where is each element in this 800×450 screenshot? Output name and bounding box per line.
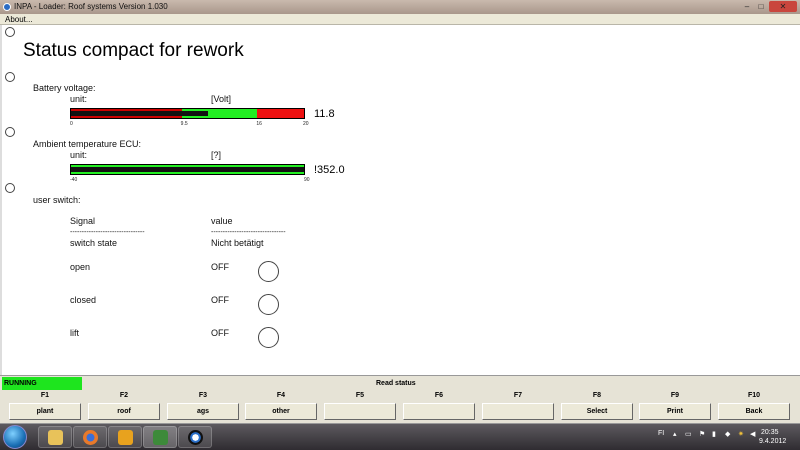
- menu-bar: About...: [0, 14, 800, 25]
- fkey-button-f2[interactable]: roof: [88, 403, 160, 420]
- battery-unit-label: unit:: [70, 94, 88, 104]
- fkey-label-f8: F8: [592, 392, 602, 399]
- value-lift: OFF: [211, 328, 229, 338]
- ambient-unit: [?]: [211, 150, 222, 160]
- ambient-value: !352.0: [314, 164, 345, 176]
- taskbar-explorer[interactable]: [38, 426, 72, 448]
- battery-value: 11.8: [314, 108, 335, 120]
- close-icon[interactable]: ✕: [769, 1, 797, 12]
- user-switch-label: user switch:: [33, 195, 81, 205]
- value-closed: OFF: [211, 295, 229, 305]
- ambient-temperature-gauge: [70, 164, 305, 175]
- inpa-app-icon: [3, 3, 11, 11]
- taskbar-firefox[interactable]: [73, 426, 107, 448]
- signal-switch-state: switch state: [70, 238, 118, 248]
- fkey-label-f2: F2: [119, 392, 129, 399]
- fkey-button-f3[interactable]: ags: [167, 403, 239, 420]
- section-radio-title[interactable]: [5, 27, 15, 37]
- fkey-label-f5: F5: [355, 392, 365, 399]
- bmw-icon: [188, 430, 203, 445]
- display-icon[interactable]: ▭: [685, 430, 692, 438]
- flag-icon[interactable]: ⚑: [699, 430, 705, 438]
- taskbar-bmw[interactable]: [178, 426, 212, 448]
- fkey-button-f8[interactable]: Select: [561, 403, 633, 420]
- fkey-button-f10[interactable]: Back: [718, 403, 790, 420]
- window-title-bar: INPA - Loader: Roof systems Version 1.03…: [0, 0, 800, 14]
- battery-tick-label: 9.5: [180, 121, 188, 127]
- taskbar-outlook[interactable]: [108, 426, 142, 448]
- ambient-gauge-fill: [71, 167, 304, 172]
- minimize-icon[interactable]: –: [741, 1, 753, 12]
- value-open: OFF: [211, 262, 229, 272]
- windows-taskbar: FI ▴ ▭ ⚑ ▮ ◆ ✷ ◀ 20:35 9.4.2012: [0, 424, 800, 450]
- menu-item-about[interactable]: About...: [5, 14, 33, 25]
- maximize-icon[interactable]: □: [755, 1, 767, 12]
- fkey-label-f3: F3: [198, 392, 208, 399]
- battery-label: Battery voltage:: [33, 83, 96, 93]
- status-message: Read status: [376, 380, 416, 387]
- fkey-label-f6: F6: [434, 392, 444, 399]
- fkey-button-f7[interactable]: [482, 403, 554, 420]
- fkey-button-f5[interactable]: [324, 403, 396, 420]
- system-tray: FI ▴ ▭ ⚑ ▮ ◆ ✷ ◀ 20:35 9.4.2012: [655, 424, 800, 450]
- function-key-bar: F1 plant F2 roof F3 ags F4 other F5 F6 F7 F8 Select F…: [0, 390, 800, 424]
- ambient-tick-max: 90: [304, 177, 310, 183]
- volume-icon[interactable]: ◀: [750, 430, 755, 438]
- window-title: INPA - Loader: Roof systems Version 1.03…: [14, 2, 168, 11]
- ambient-tick-min: -40: [70, 177, 78, 183]
- status-bar: RUNNING Read status: [0, 375, 800, 390]
- battery-voltage-gauge: [70, 108, 305, 119]
- folder-icon: [48, 430, 63, 445]
- value-switch-state: Nicht betätigt: [211, 238, 264, 248]
- section-radio-user-switch[interactable]: [5, 183, 15, 193]
- section-radio-battery[interactable]: [5, 72, 15, 82]
- signal-closed: closed: [70, 295, 97, 305]
- fkey-button-f1[interactable]: plant: [9, 403, 81, 420]
- clock-time[interactable]: 20:35: [761, 429, 779, 436]
- value-divider: --------------------------------: [211, 229, 286, 236]
- battery-zone-high: [257, 109, 304, 118]
- fkey-label-f1: F1: [40, 392, 50, 399]
- fkey-label-f9: F9: [670, 392, 680, 399]
- status-panel: Status compact for rework Battery voltag…: [0, 25, 800, 375]
- tray-expand-icon[interactable]: ▴: [673, 430, 677, 438]
- battery-gauge-fill: [71, 111, 209, 116]
- open-indicator-lamp: [258, 261, 279, 282]
- fkey-button-f9[interactable]: Print: [639, 403, 711, 420]
- battery-tick-label: 0: [70, 121, 73, 127]
- fkey-label-f4: F4: [276, 392, 286, 399]
- taskbar-inpa[interactable]: [143, 426, 177, 448]
- page-title: Status compact for rework: [23, 40, 244, 61]
- excel-icon: [153, 430, 168, 445]
- language-indicator[interactable]: FI: [658, 430, 664, 437]
- running-indicator: RUNNING: [2, 377, 82, 390]
- section-radio-ambient[interactable]: [5, 127, 15, 137]
- battery-tick-label: 20: [303, 121, 309, 127]
- signal-column-header: Signal: [70, 216, 96, 226]
- value-column-header: value: [211, 216, 233, 226]
- ambient-unit-label: unit:: [70, 150, 88, 160]
- closed-indicator-lamp: [258, 294, 279, 315]
- sun-icon[interactable]: ✷: [738, 430, 744, 438]
- firefox-icon: [83, 430, 98, 445]
- fkey-button-f6[interactable]: [403, 403, 475, 420]
- battery-tick-label: 16: [256, 121, 262, 127]
- network-icon[interactable]: ◆: [725, 430, 730, 438]
- battery-icon[interactable]: ▮: [712, 430, 716, 438]
- fkey-label-f7: F7: [513, 392, 523, 399]
- battery-unit: [Volt]: [211, 94, 232, 104]
- clock-date[interactable]: 9.4.2012: [759, 438, 786, 445]
- fkey-label-f10: F10: [747, 392, 761, 399]
- start-button[interactable]: [3, 425, 27, 449]
- lift-indicator-lamp: [258, 327, 279, 348]
- fkey-button-f4[interactable]: other: [245, 403, 317, 420]
- signal-open: open: [70, 262, 91, 272]
- signal-divider: --------------------------------: [70, 229, 145, 236]
- outlook-icon: [118, 430, 133, 445]
- signal-lift: lift: [70, 328, 79, 338]
- ambient-label: Ambient temperature ECU:: [33, 139, 142, 149]
